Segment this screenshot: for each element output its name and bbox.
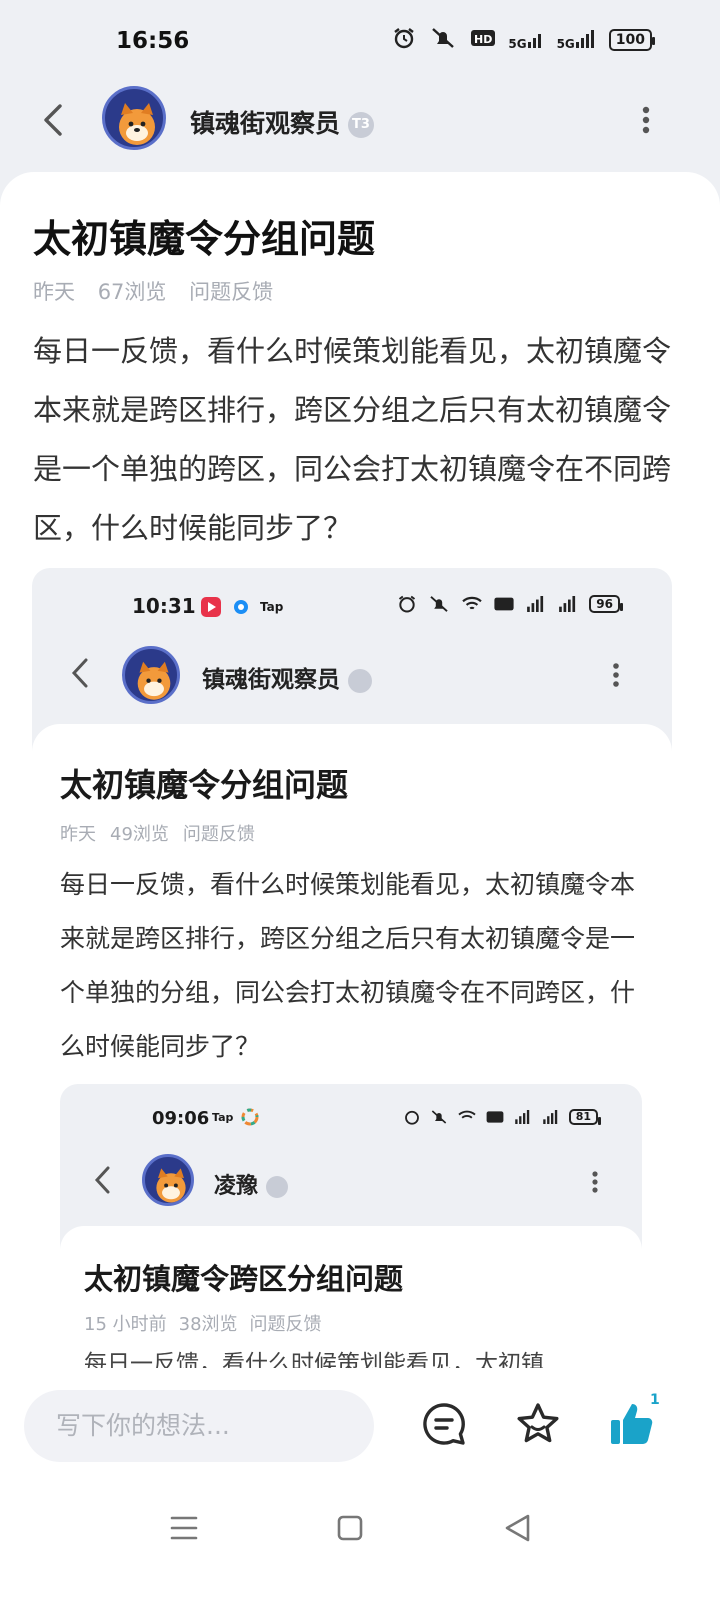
image-back-icon [66, 654, 96, 692]
level-badge-icon [266, 1176, 289, 1198]
image-author-name: 镇魂街观察员 [202, 660, 372, 694]
hd-icon [494, 597, 514, 611]
nested-post-title: 太初镇魔令跨区分组问题 [84, 1262, 404, 1296]
alarm-icon [404, 1110, 419, 1125]
more-vertical-icon [588, 1168, 602, 1196]
post-body: 每日一反馈，看什么时候策划能看见，太初镇魔令本来就是跨区排行，跨区分组之后只有太… [33, 334, 672, 545]
nested-author-name: 凌豫 [214, 1168, 289, 1200]
hd-icon: HD [470, 28, 496, 52]
image-app-icons: Tap [200, 596, 283, 618]
chevron-left-icon [44, 104, 62, 136]
signal-icon [527, 596, 544, 612]
status-time: 16:56 [116, 28, 190, 54]
like-button[interactable] [608, 1400, 656, 1448]
mute-icon [430, 596, 448, 612]
video-app-icon [201, 597, 221, 617]
mute-icon [431, 1110, 446, 1124]
favorite-button[interactable] [514, 1400, 562, 1448]
star-icon [517, 1403, 559, 1443]
image-post-title: 太初镇魔令分组问题 [60, 766, 349, 804]
signal-icon [559, 596, 576, 612]
square-home-icon [337, 1515, 363, 1541]
wifi-icon [462, 596, 483, 610]
battery-indicator: 81 [568, 1109, 602, 1125]
image-post-body: 每日一反馈，看什么时候策划能看见，太初镇魔令本来就是跨区排行，跨区分组之后只有太… [60, 870, 636, 1061]
more-options-button[interactable] [636, 102, 656, 138]
post-image[interactable]: 10:31 Tap 96 镇魂街观察员 太初镇魔令分组问题 昨天 49浏览 问题… [32, 568, 672, 1372]
image-post-meta: 昨天 49浏览 问题反馈 [60, 824, 255, 845]
signal-icon-1: 5G [508, 30, 544, 50]
post-date: 昨天 [33, 280, 75, 304]
alarm-icon [399, 595, 416, 613]
image-post-card: 太初镇魔令分组问题 昨天 49浏览 问题反馈 每日一反馈，看什么时候策划能看见，太初… [32, 724, 672, 1372]
comment-icon [423, 1403, 465, 1445]
nav-back-button[interactable] [498, 1508, 538, 1548]
signal-icon [542, 1110, 557, 1124]
app-dot-icon [234, 600, 248, 614]
post-header: 镇魂街观察员 T3 [0, 84, 720, 174]
colorful-app-icon [241, 1108, 259, 1126]
image-avatar [122, 646, 180, 704]
tap-app-label: Tap [260, 600, 284, 614]
nested-back-icon [90, 1162, 116, 1198]
level-badge-icon [348, 668, 372, 693]
comment-input[interactable]: 写下你的想法... [24, 1390, 374, 1462]
nested-status-icons: 81 [403, 1108, 602, 1126]
tap-app-label: Tap [212, 1110, 234, 1124]
status-icons: HD 5G 5G 100 [392, 26, 656, 54]
avatar[interactable] [102, 86, 166, 150]
post-title: 太初镇魔令分组问题 [33, 217, 376, 261]
post-category[interactable]: 问题反馈 [189, 280, 273, 304]
svg-text:HD: HD [474, 33, 492, 46]
nested-avatar [142, 1154, 194, 1206]
comment-button[interactable] [420, 1400, 468, 1448]
image-status-time: 10:31 [132, 594, 196, 618]
nested-status-time: 09:06 [152, 1108, 210, 1129]
image-status-icons: 96 [397, 594, 623, 614]
post-meta: 昨天 67浏览 问题反馈 [33, 276, 289, 306]
wifi-icon [458, 1110, 476, 1119]
alarm-icon [392, 26, 416, 54]
back-button[interactable] [36, 98, 76, 142]
signal-icon-2: 5G [557, 30, 597, 50]
like-count: 1 [650, 1392, 660, 1408]
signal-icon [514, 1110, 529, 1124]
bottom-action-bar: 写下你的想法... 1 [0, 1368, 720, 1608]
mute-icon [428, 26, 458, 54]
status-bar: 16:56 HD 5G 5G 100 [0, 0, 720, 84]
post-views: 67浏览 [97, 280, 167, 304]
battery-indicator: 100 [608, 29, 656, 51]
level-badge: T3 [348, 112, 375, 138]
thumbs-up-icon [611, 1404, 653, 1444]
nested-image: 09:06 Tap 81 凌豫 太初镇魔令跨区分组问题 15 小时前 38浏览 … [60, 1084, 642, 1372]
post-card: 太初镇魔令分组问题 昨天 67浏览 问题反馈 每日一反馈，看什么时候策划能看见，… [0, 172, 720, 1372]
author-name[interactable]: 镇魂街观察员 T3 [190, 104, 375, 140]
nested-app-icons: Tap [212, 1108, 259, 1126]
battery-indicator: 96 [589, 595, 623, 613]
nested-post-card: 太初镇魔令跨区分组问题 15 小时前 38浏览 问题反馈 每日一反馈，看什么时候策划… [60, 1226, 642, 1372]
more-vertical-icon [608, 660, 624, 690]
triangle-back-icon [505, 1514, 530, 1542]
nested-post-meta: 15 小时前 38浏览 问题反馈 [84, 1314, 322, 1335]
hd-icon [486, 1111, 504, 1123]
nav-menu-button[interactable] [164, 1508, 204, 1548]
more-vertical-icon [642, 106, 650, 134]
menu-icon [170, 1516, 198, 1540]
nav-home-button[interactable] [330, 1508, 370, 1548]
